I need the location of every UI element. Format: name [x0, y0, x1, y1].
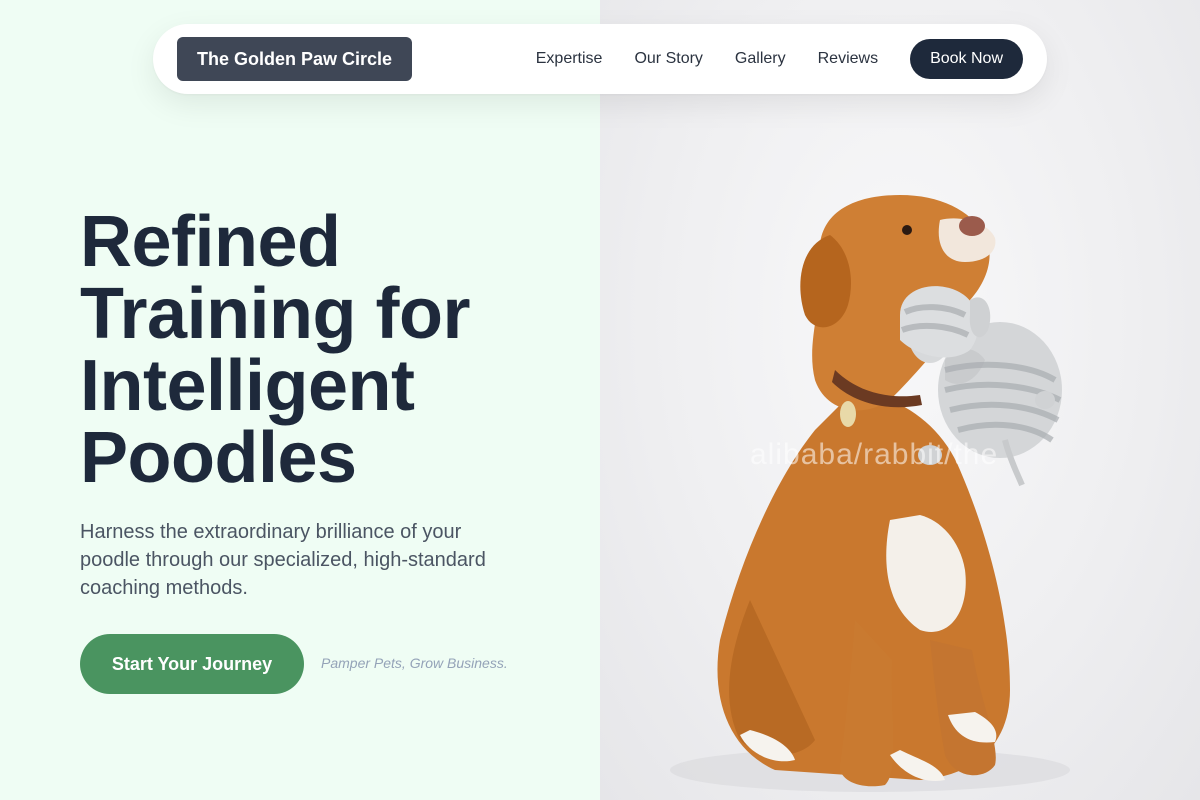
brand-logo[interactable]: The Golden Paw Circle [177, 37, 413, 81]
start-journey-button[interactable]: Start Your Journey [80, 634, 304, 694]
nav-link-expertise[interactable]: Expertise [536, 50, 603, 68]
hero-subtitle: Harness the extraordinary brilliance of … [80, 521, 486, 599]
nav-links: Expertise Our Story Gallery Reviews [536, 50, 878, 68]
hero-title-line: Training for [80, 274, 471, 354]
top-navbar: The Golden Paw Circle Expertise Our Stor… [153, 24, 1047, 94]
hero-title: Refined Training for Intelligent Poodles [80, 206, 560, 494]
hero-image-panel: alibaba/rabbit/the [600, 0, 1200, 800]
hero-tagline: Pamper Pets, Grow Business. [321, 655, 508, 671]
nav-link-gallery[interactable]: Gallery [735, 50, 786, 68]
dog-photo [670, 195, 1070, 792]
hero-title-line: Refined [80, 202, 341, 282]
nav-link-reviews[interactable]: Reviews [818, 50, 878, 68]
hero-title-line: Intelligent [80, 346, 415, 426]
hero-title-line: Poodles [80, 418, 357, 498]
book-now-button[interactable]: Book Now [910, 39, 1023, 79]
nav-link-our-story[interactable]: Our Story [634, 50, 702, 68]
image-watermark: alibaba/rabbit/the [750, 438, 999, 471]
